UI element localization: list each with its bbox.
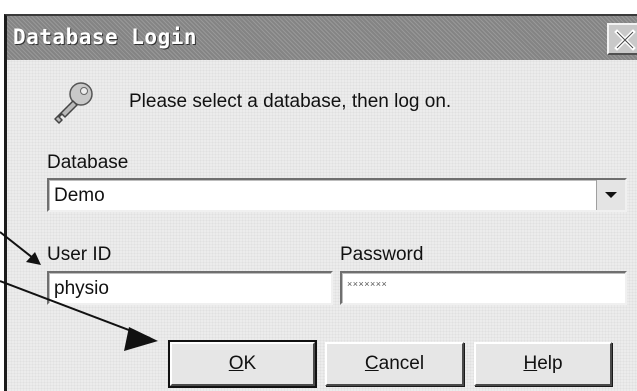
annotation-arrows [0, 231, 158, 351]
arrow-head-ok-button [124, 327, 158, 351]
screenshot-stage: Database Login Please select a database,… [0, 0, 637, 391]
arrow-to-ok-button [0, 280, 151, 339]
